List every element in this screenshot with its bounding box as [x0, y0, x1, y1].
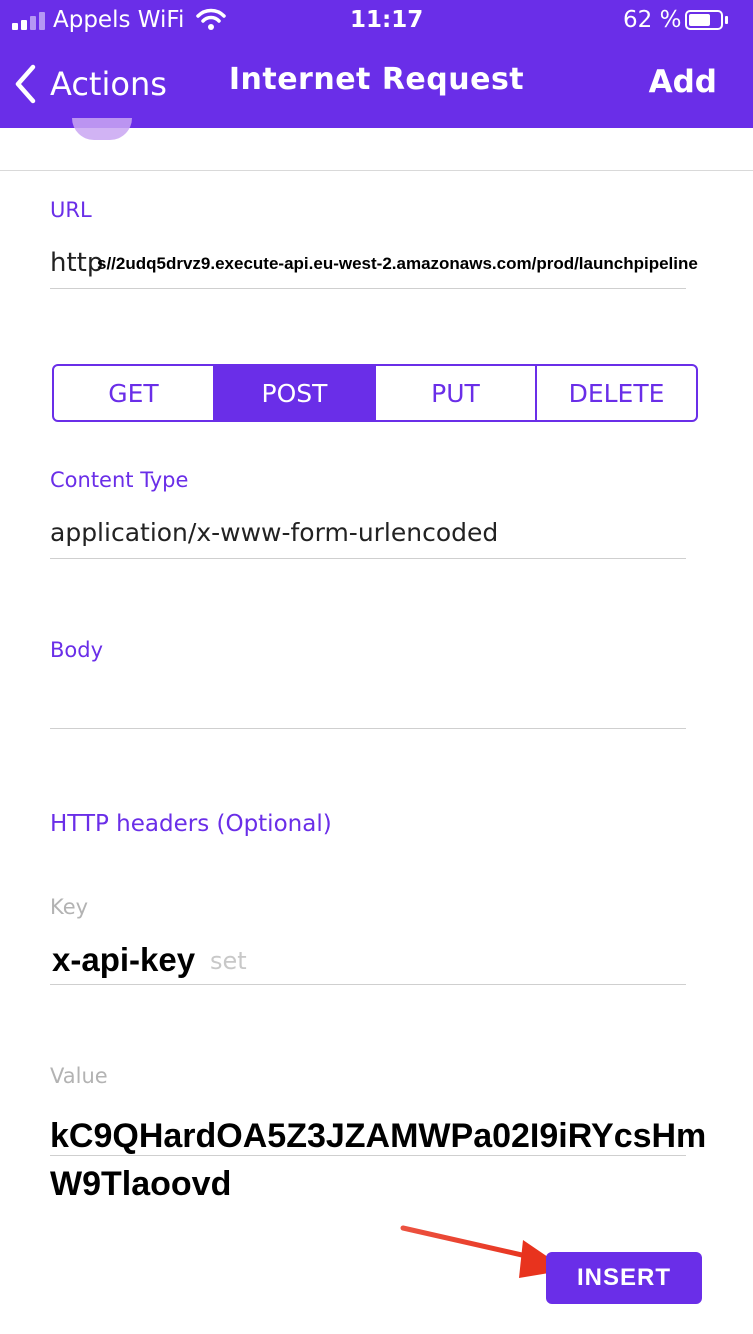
battery-tip — [725, 16, 728, 24]
avatar — [72, 118, 132, 140]
body-field[interactable] — [50, 688, 686, 724]
header: Appels WiFi 11:17 62 % Actions Internet … — [0, 0, 753, 128]
url-value: s//2udq5drvz9.execute-api.eu-west-2.amaz… — [97, 254, 698, 273]
insert-button[interactable]: INSERT — [546, 1252, 702, 1304]
value-field[interactable]: kC9QHardOA5Z3JZAMWPa02I9iRYcsHmW9Tlaoovd — [50, 1112, 730, 1208]
method-delete[interactable]: DELETE — [535, 366, 696, 420]
key-value: x-api-key — [52, 941, 196, 978]
content-type-label: Content Type — [50, 468, 189, 492]
method-post[interactable]: POST — [213, 366, 374, 420]
url-underline — [50, 288, 686, 289]
wifi-icon — [196, 8, 226, 36]
add-button[interactable]: Add — [649, 64, 717, 100]
divider — [0, 170, 753, 171]
carrier-label: Appels WiFi — [53, 7, 185, 33]
method-selector: GET POST PUT DELETE — [52, 364, 698, 422]
page-title: Internet Request — [228, 62, 525, 97]
clock: 11:17 — [350, 7, 424, 33]
method-get[interactable]: GET — [54, 366, 213, 420]
battery-icon — [685, 10, 723, 30]
headers-label: HTTP headers (Optional) — [50, 811, 332, 837]
key-label: Key — [50, 895, 89, 919]
signal-icon — [12, 12, 48, 30]
value-label: Value — [50, 1064, 108, 1088]
url-label: URL — [50, 198, 92, 222]
content-type-underline — [50, 558, 686, 559]
method-put[interactable]: PUT — [374, 366, 535, 420]
status-bar: Appels WiFi 11:17 62 % — [0, 0, 753, 42]
url-prefix: http — [50, 248, 104, 278]
content-type-field[interactable]: application/x-www-form-urlencoded — [50, 518, 498, 547]
body-label: Body — [50, 638, 104, 662]
screen: Appels WiFi 11:17 62 % Actions Internet … — [0, 0, 753, 1334]
battery-percentage: 62 % — [623, 7, 682, 33]
key-placeholder: set — [210, 947, 247, 975]
key-underline — [50, 984, 686, 985]
body-underline — [50, 728, 686, 729]
